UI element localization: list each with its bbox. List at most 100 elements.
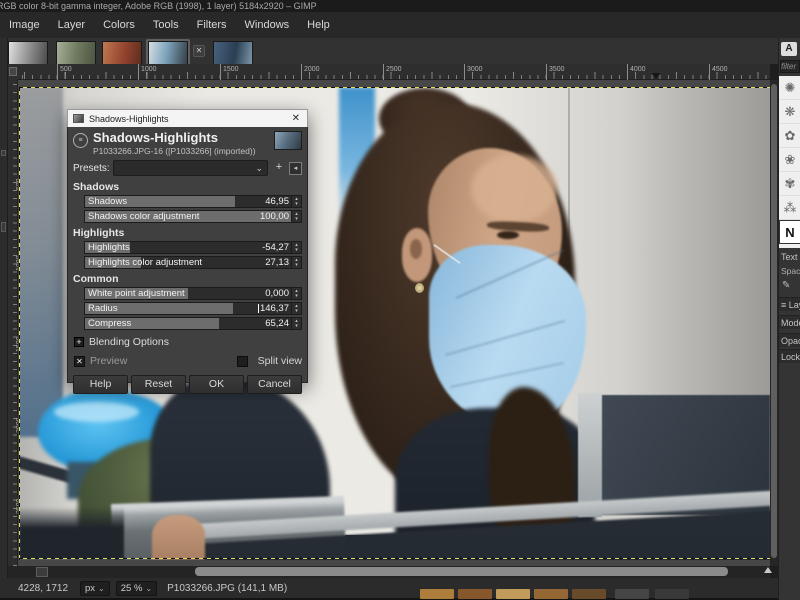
spin-down-icon[interactable]: ▾: [295, 216, 298, 222]
slider-row: White point adjustment 0,000 ▴ ▾: [84, 287, 302, 300]
image-tab-bar: ✕: [0, 38, 800, 68]
photo-forehead: [471, 155, 557, 222]
dialog-button[interactable]: OK: [189, 375, 244, 394]
slider-bar[interactable]: Shadows color adjustment 100,00: [84, 210, 292, 223]
gimp-window: RGB color 8-bit gamma integer, Adobe RGB…: [0, 0, 800, 600]
slider-value[interactable]: 65,24: [265, 318, 289, 329]
vertical-scrollbar[interactable]: [770, 80, 778, 566]
slider-value[interactable]: 46,95: [265, 196, 289, 207]
menu-item[interactable]: Layer: [49, 15, 95, 35]
slider-bar[interactable]: Highlights -54,27: [84, 241, 292, 254]
menu-item[interactable]: Colors: [94, 15, 144, 35]
unit-select[interactable]: px ⌄: [80, 580, 110, 596]
edit-icon[interactable]: ✎: [782, 280, 790, 291]
slider-bar[interactable]: White point adjustment 0,000: [84, 287, 292, 300]
close-image-icon[interactable]: ✕: [193, 45, 205, 57]
font-filter-input[interactable]: filter: [780, 60, 800, 73]
menu-item[interactable]: Help: [298, 15, 339, 35]
blending-options-expander[interactable]: + Blending Options: [74, 336, 302, 348]
slider-row: Compress 65,24 ▴ ▾: [84, 317, 302, 330]
slider-value[interactable]: 146,37: [260, 303, 289, 314]
menu-item[interactable]: Image: [0, 15, 49, 35]
font-preview-item[interactable]: ❋: [779, 100, 800, 124]
pane-resize-arrow-icon[interactable]: [764, 567, 772, 573]
slider-bar[interactable]: Radius 146,37: [84, 302, 292, 315]
dialog-button[interactable]: Cancel: [247, 375, 302, 394]
preview-checkbox[interactable]: ✕: [74, 355, 85, 367]
dock-label-lock: Lock: [781, 352, 800, 362]
zoom-select[interactable]: 25 % ⌄: [115, 580, 158, 596]
slider-value[interactable]: -54,27: [262, 242, 289, 253]
ruler-label: 1500: [220, 64, 239, 80]
spin-buttons[interactable]: ▴ ▾: [292, 287, 302, 300]
fonts-tab-icon[interactable]: A: [781, 42, 797, 56]
spin-down-icon[interactable]: ▾: [295, 262, 298, 268]
slider-row: Highlights -54,27 ▴ ▾: [84, 241, 302, 254]
font-list[interactable]: ✺ ❋ ✿ ❀ ✾ ⁂ N: [779, 76, 800, 248]
horizontal-ruler[interactable]: 500 1000 1500 2000 2500 3000 3500 4000 4500: [18, 64, 770, 80]
font-preview-item[interactable]: ❀: [779, 148, 800, 172]
spin-down-icon[interactable]: ▾: [295, 308, 298, 314]
font-preview-item[interactable]: ✾: [779, 172, 800, 196]
dialog-title: Shadows-Highlights: [93, 130, 218, 145]
file-info: P1033266.JPG (141,1 MB): [167, 582, 288, 594]
preset-menu-button[interactable]: ◂: [289, 161, 302, 175]
font-preview-item[interactable]: ✺: [779, 76, 800, 100]
spin-buttons[interactable]: ▴ ▾: [292, 317, 302, 330]
spin-down-icon[interactable]: ▾: [295, 247, 298, 253]
font-preview-item[interactable]: N: [779, 220, 800, 244]
section-rows: Highlights -54,27 ▴ ▾ Highlights color ad…: [73, 241, 302, 269]
expander-plus-icon[interactable]: +: [74, 337, 84, 347]
photo-earring: [415, 283, 424, 293]
photo-forearm: [152, 515, 205, 560]
slider-bar[interactable]: Highlights color adjustment 27,13: [84, 256, 292, 269]
dialog-button[interactable]: Help: [73, 375, 128, 394]
slider-label: Radius: [88, 303, 118, 314]
spin-down-icon[interactable]: ▾: [295, 293, 298, 299]
section-highlights: Highlights Highlights -54,27 ▴ ▾ Highlig…: [73, 227, 302, 269]
font-preview-item[interactable]: ⁂: [779, 196, 800, 220]
font-preview-item[interactable]: ✿: [779, 124, 800, 148]
horizontal-scrollbar[interactable]: [8, 566, 770, 578]
menu-item[interactable]: Tools: [144, 15, 188, 35]
spin-buttons[interactable]: ▴ ▾: [292, 302, 302, 315]
dialog-title-bar[interactable]: Shadows-Highlights ✕: [67, 109, 308, 127]
blending-options-label: Blending Options: [89, 336, 169, 348]
slider-bar[interactable]: Compress 65,24: [84, 317, 292, 330]
menu-item[interactable]: Filters: [188, 15, 236, 35]
dialog-buttons: Help Reset OK Cancel: [73, 375, 302, 394]
image-tab-thumbnail[interactable]: [56, 41, 96, 66]
quick-mask-toggle[interactable]: [36, 567, 48, 577]
ruler-corner: [8, 64, 18, 80]
image-tab-thumbnail[interactable]: [102, 41, 142, 66]
dock-label-mode: Mode: [781, 318, 800, 328]
close-icon[interactable]: ✕: [290, 113, 302, 124]
spin-down-icon[interactable]: ▾: [295, 323, 298, 329]
spin-buttons[interactable]: ▴ ▾: [292, 241, 302, 254]
menu-item[interactable]: Windows: [236, 15, 299, 35]
slider-value[interactable]: 100,00: [260, 211, 289, 222]
ruler-corner-icon[interactable]: [9, 67, 17, 76]
section-common: Common White point adjustment 0,000 ▴▾: [73, 273, 302, 330]
dialog-header: ≡ Shadows-Highlights P1033266.JPG-16 ([P…: [73, 131, 302, 156]
photo-monitor-dark: [345, 535, 770, 560]
vertical-ruler[interactable]: 5001000150020002500: [8, 80, 23, 566]
image-tab-thumbnail[interactable]: [8, 41, 48, 66]
image-tab-thumbnail[interactable]: [146, 39, 190, 68]
preset-add-button[interactable]: +: [272, 161, 286, 175]
split-view-checkbox[interactable]: [236, 355, 248, 367]
spin-down-icon[interactable]: ▾: [295, 201, 298, 207]
slider-value[interactable]: 0,000: [265, 288, 289, 299]
spin-buttons[interactable]: ▴ ▾: [292, 195, 302, 208]
dialog-button[interactable]: Reset: [131, 375, 186, 394]
spin-buttons[interactable]: ▴ ▾: [292, 210, 302, 223]
menu-bar: Image Layer Colors Tools Filters Windows Help: [0, 12, 800, 38]
horizontal-scrollbar-thumb[interactable]: [195, 567, 728, 576]
slider-bar[interactable]: Shadows 46,95: [84, 195, 292, 208]
photo-monitor-stand: [578, 393, 602, 517]
vertical-scrollbar-thumb[interactable]: [771, 84, 777, 558]
presets-dropdown[interactable]: ⌄: [113, 160, 268, 176]
slider-value[interactable]: 27,13: [265, 257, 289, 268]
image-tab-thumbnail[interactable]: [213, 41, 253, 66]
spin-buttons[interactable]: ▴ ▾: [292, 256, 302, 269]
